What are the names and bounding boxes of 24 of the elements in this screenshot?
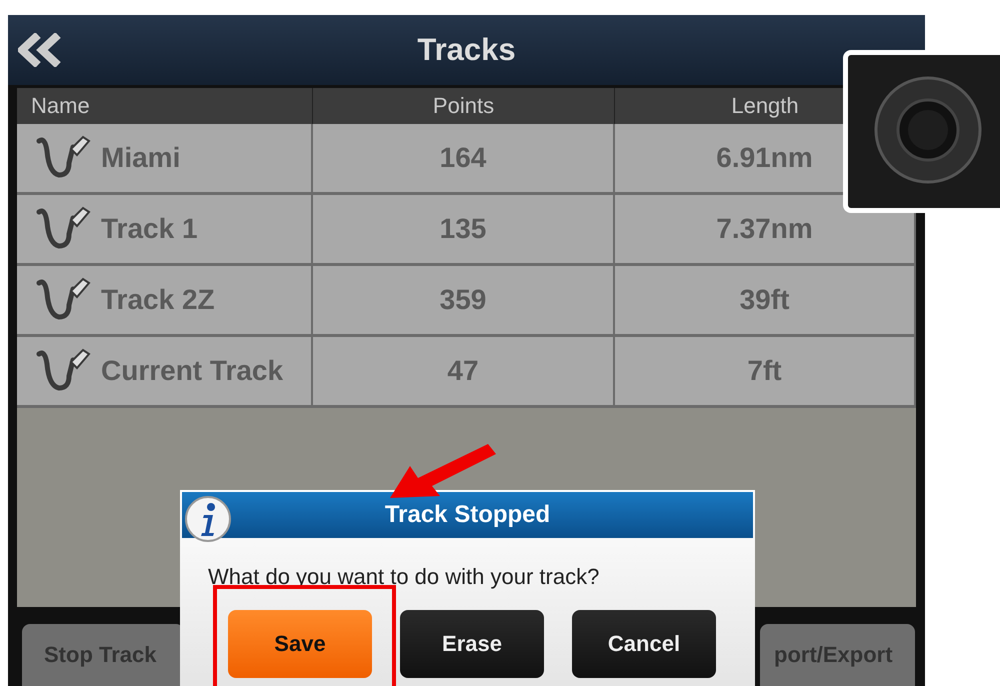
table-cell: 39ft [615, 266, 916, 337]
dialog-button[interactable]: Cancel [572, 610, 716, 678]
track-row[interactable]: Current Track [17, 337, 313, 408]
dialog-title: Track Stopped [182, 492, 753, 538]
track-row[interactable]: Track 2Z [17, 266, 313, 337]
table-cell: 7.37nm [615, 195, 916, 266]
dialog-button[interactable]: Save [228, 610, 372, 678]
table-cell: 135 [313, 195, 615, 266]
toolbar-button[interactable]: port/Export [760, 624, 915, 686]
column-header: Points [313, 88, 615, 124]
dialog-button[interactable]: Erase [400, 610, 544, 678]
table-cell: 164 [313, 124, 615, 195]
table-cell: 7ft [615, 337, 916, 408]
track-row[interactable]: Track 1 [17, 195, 313, 266]
table-cell: 359 [313, 266, 615, 337]
track-name: Miami [101, 142, 180, 174]
track-name: Track 1 [101, 213, 198, 245]
track-row[interactable]: Miami [17, 124, 313, 195]
column-header: Name [17, 88, 313, 124]
screen-title: Tracks [417, 32, 516, 68]
table-cell: 47 [313, 337, 615, 408]
track-name: Track 2Z [101, 284, 215, 316]
track-name: Current Track [101, 355, 284, 387]
info-icon [184, 495, 232, 543]
